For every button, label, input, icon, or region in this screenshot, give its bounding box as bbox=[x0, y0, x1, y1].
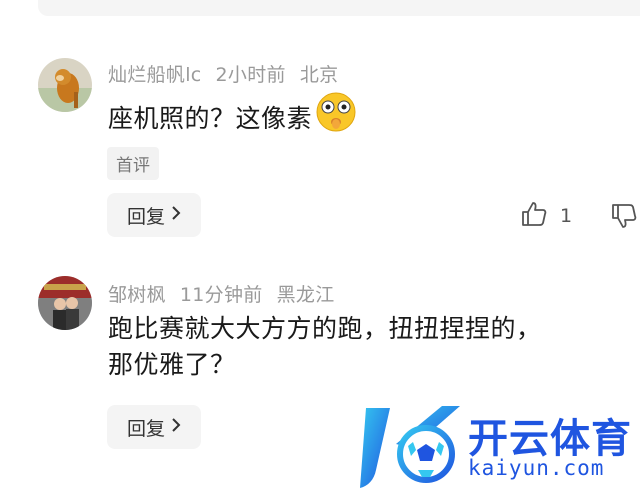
like-button[interactable]: 1 bbox=[520, 200, 572, 232]
thumbs-up-icon bbox=[520, 200, 548, 232]
comment-time: 2小时前 bbox=[215, 64, 286, 86]
previous-item-bar bbox=[38, 0, 640, 16]
comment-text-line: 跑比赛就大大方方的跑，扭扭捏捏的， bbox=[108, 314, 542, 343]
comment-text-line: 那优雅了？ bbox=[108, 350, 236, 379]
chevron-right-icon bbox=[171, 417, 181, 438]
first-comment-badge: 首评 bbox=[107, 147, 159, 180]
dislike-button[interactable] bbox=[610, 202, 638, 234]
comment-time: 11分钟前 bbox=[179, 284, 263, 306]
reply-button[interactable]: 回复 bbox=[107, 193, 201, 237]
watermark-url: kaiyun.com bbox=[468, 456, 605, 480]
comment-location: 黑龙江 bbox=[276, 284, 335, 306]
emoji-icon bbox=[315, 91, 357, 143]
reply-label: 回复 bbox=[126, 417, 165, 440]
comment-text: 座机照的？这像素 bbox=[108, 91, 357, 146]
avatar[interactable] bbox=[38, 276, 92, 330]
like-count: 1 bbox=[560, 205, 573, 227]
watermark-logo: 开云体育 kaiyun.com bbox=[356, 400, 640, 495]
reply-button[interactable]: 回复 bbox=[107, 405, 201, 449]
comment-meta: 灿烂船帆lc 2小时前 北京 bbox=[108, 60, 352, 87]
comment-text-content: 座机照的？这像素 bbox=[108, 104, 313, 133]
avatar[interactable] bbox=[38, 58, 92, 112]
comment-meta: 邹树枫 11分钟前 黑龙江 bbox=[108, 280, 349, 307]
chevron-right-icon bbox=[171, 205, 181, 226]
username[interactable]: 邹树枫 bbox=[108, 284, 166, 306]
thumbs-down-icon bbox=[610, 204, 638, 234]
reply-label: 回复 bbox=[126, 205, 165, 228]
brand-logo-icon bbox=[360, 406, 460, 488]
comment-location: 北京 bbox=[299, 64, 339, 86]
comment-text: 跑比赛就大大方方的跑，扭扭捏捏的， 那优雅了？ bbox=[108, 311, 542, 383]
username[interactable]: 灿烂船帆lc bbox=[108, 64, 202, 86]
